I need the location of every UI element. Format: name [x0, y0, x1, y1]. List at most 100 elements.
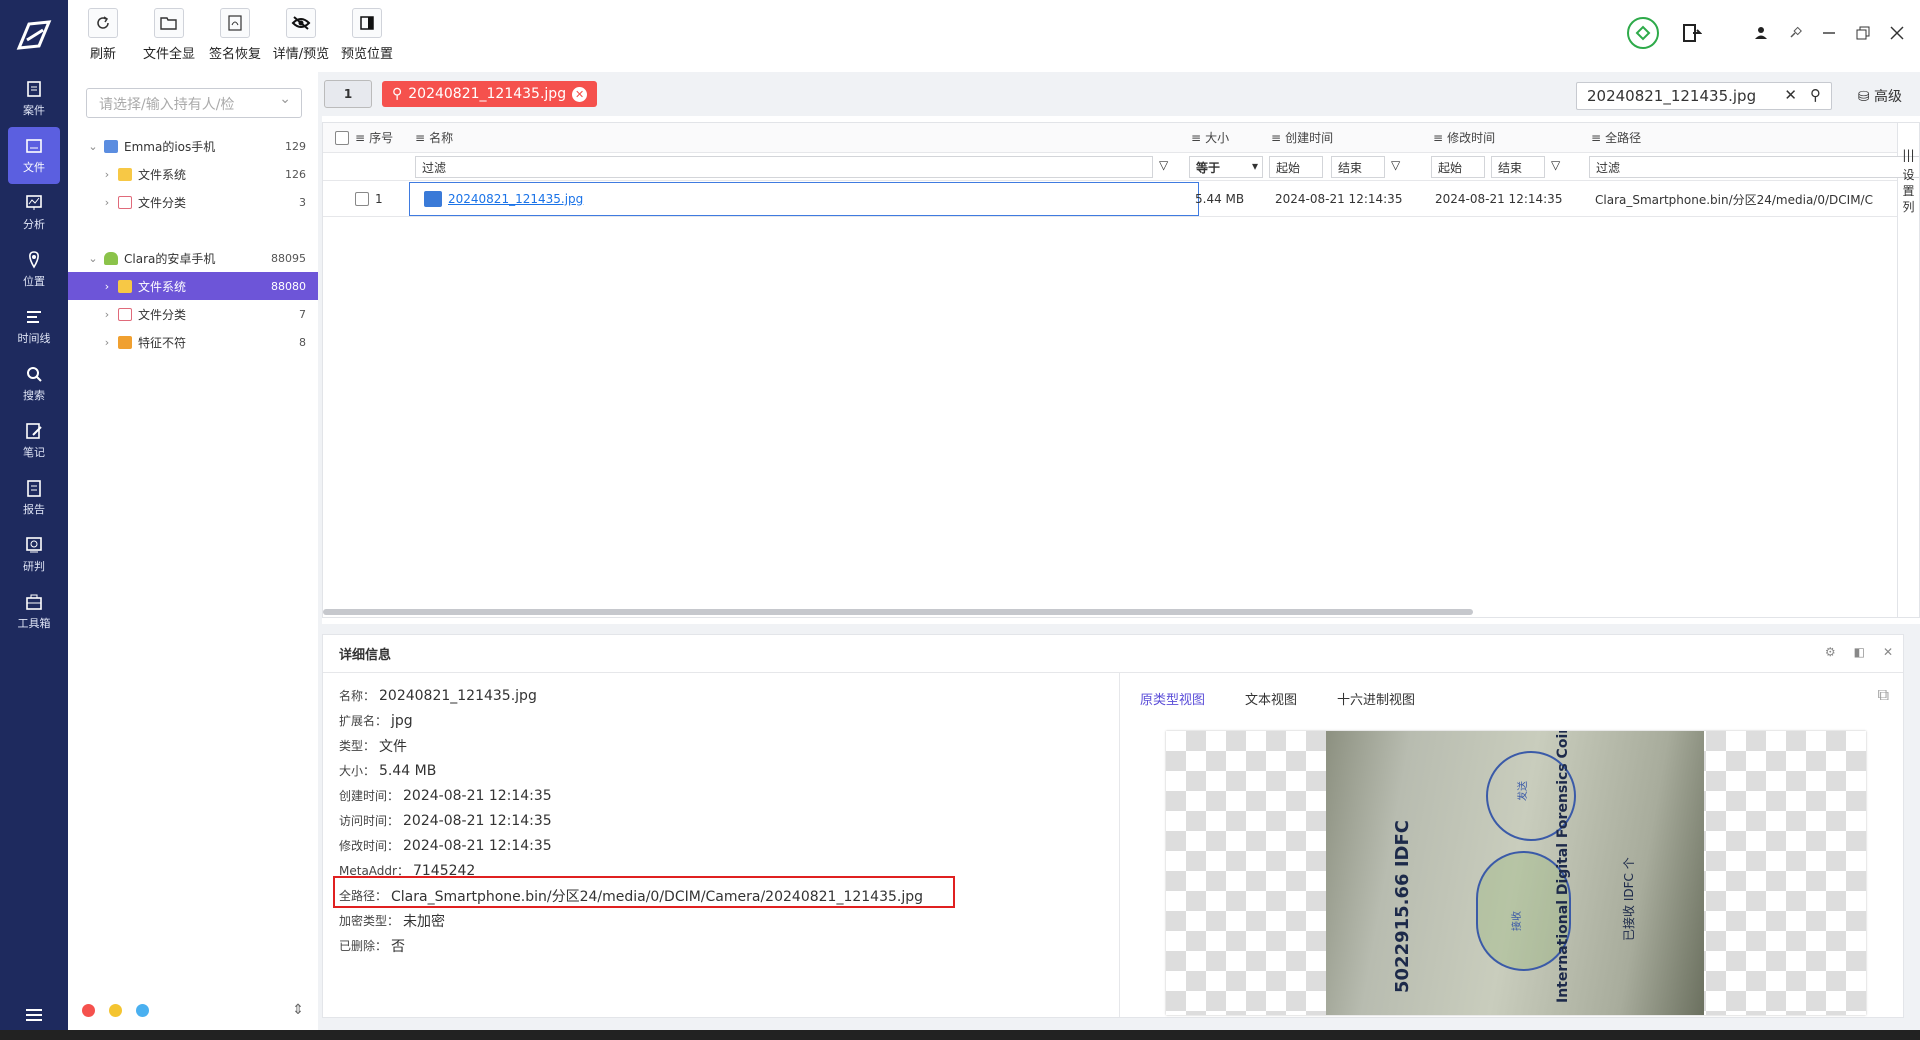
- nav-search[interactable]: 搜索: [0, 355, 68, 412]
- folder-open-icon: [154, 8, 184, 38]
- location-icon: [29, 251, 39, 269]
- chevron-right-icon[interactable]: ›: [100, 168, 114, 181]
- tree-emma-category[interactable]: › 文件分类 3: [68, 188, 318, 216]
- restore-icon[interactable]: [1856, 26, 1870, 40]
- row-checkbox[interactable]: [355, 192, 369, 206]
- preview-photo: 5022915.66 IDFC International Digital Fo…: [1326, 731, 1704, 1015]
- column-menu-icon[interactable]: ≡: [1271, 131, 1281, 145]
- highlight-box: [333, 876, 955, 908]
- column-menu-icon[interactable]: ≡: [355, 131, 365, 145]
- clear-icon[interactable]: ✕: [1784, 86, 1797, 104]
- tree-clara-filesystem[interactable]: › 文件系统 88080: [68, 272, 318, 300]
- tree-footer: ⇕: [82, 1002, 304, 1018]
- table-row[interactable]: 1 20240821_121435.jpg 5.44 MB 2024-08-21…: [323, 181, 1897, 217]
- tree-device-clara[interactable]: ⌄ Clara的安卓手机 88095: [68, 244, 318, 272]
- file-list-panel: 1 ⚲ 20240821_121435.jpg ✕ 20240821_12143…: [322, 72, 1920, 624]
- nav-timeline[interactable]: 时间线: [0, 298, 68, 355]
- filter-chip[interactable]: ⚲ 20240821_121435.jpg ✕: [382, 81, 598, 107]
- column-menu-icon[interactable]: ≡: [1191, 131, 1201, 145]
- chevron-right-icon[interactable]: ›: [100, 336, 114, 349]
- tab-text-view[interactable]: 文本视图: [1245, 689, 1297, 708]
- tree-clara-mismatch[interactable]: › 特征不符 8: [68, 328, 318, 356]
- refresh-button[interactable]: 刷新: [72, 8, 134, 62]
- yellow-dot-icon[interactable]: [109, 1003, 122, 1017]
- name-filter-input[interactable]: 过滤: [415, 156, 1153, 178]
- tab-original-view[interactable]: 原类型视图: [1140, 689, 1205, 708]
- modified-start-input[interactable]: 起始: [1431, 156, 1485, 178]
- shield-status-icon[interactable]: [1626, 16, 1660, 50]
- export-icon[interactable]: [1680, 22, 1702, 44]
- filter-icon[interactable]: ▽: [1159, 158, 1168, 172]
- chip-close-icon[interactable]: ✕: [572, 86, 588, 102]
- panel-toggle-icon[interactable]: ◧: [1854, 645, 1865, 659]
- expand-all-button[interactable]: 文件全显: [138, 8, 200, 62]
- nav-location[interactable]: 位置: [0, 241, 68, 298]
- window-controls: [1626, 16, 1904, 50]
- chevron-down-icon[interactable]: ⌄: [86, 252, 100, 265]
- nav-judge[interactable]: 研判: [0, 526, 68, 583]
- app-logo: [0, 0, 68, 70]
- pin-icon[interactable]: [1788, 26, 1802, 40]
- view-tabs: 原类型视图 文本视图 十六进制视图: [1120, 673, 1903, 708]
- search-input[interactable]: 20240821_121435.jpg ✕ ⚲: [1576, 82, 1832, 110]
- select-all-checkbox[interactable]: [335, 130, 349, 145]
- filter-icon[interactable]: ▽: [1551, 158, 1560, 172]
- folder-icon: [118, 167, 132, 181]
- chevron-down-icon[interactable]: ⌄: [86, 140, 100, 153]
- chevron-right-icon[interactable]: ›: [100, 196, 114, 209]
- column-settings-button[interactable]: ||| 设置列: [1898, 122, 1920, 618]
- blue-dot-icon[interactable]: [136, 1003, 149, 1017]
- table-header: ≡ 序号 ≡ 名称 ≡ 大小 ≡ 创建时间 ≡ 修改时间 ≡ 全路径: [323, 123, 1897, 153]
- horizontal-scrollbar[interactable]: [323, 609, 1473, 615]
- holder-select[interactable]: 请选择/输入持有人/检: [86, 88, 302, 118]
- prop-size: 大小： 5.44 MB: [339, 762, 437, 779]
- filter-icon[interactable]: ▽: [1391, 158, 1400, 172]
- detail-actions: ⚙ ◧ ✕: [1825, 645, 1893, 659]
- nav-case[interactable]: 案件: [0, 70, 68, 127]
- column-menu-icon[interactable]: ≡: [1591, 131, 1601, 145]
- nav-toolbox[interactable]: 工具箱: [0, 583, 68, 640]
- detail-preview-button[interactable]: 详情/预览: [270, 8, 332, 62]
- column-menu-icon[interactable]: ≡: [1433, 131, 1443, 145]
- created-end-input[interactable]: 结束: [1331, 156, 1385, 178]
- tree-clara-category[interactable]: › 文件分类 7: [68, 300, 318, 328]
- column-menu-icon[interactable]: ≡: [415, 131, 425, 145]
- red-dot-icon[interactable]: [82, 1003, 95, 1017]
- signature-icon: [220, 8, 250, 38]
- modified-end-input[interactable]: 结束: [1491, 156, 1545, 178]
- collapse-icon[interactable]: ⇕: [292, 1002, 304, 1018]
- device-tree-panel: 请选择/输入持有人/检 ⌄ Emma的ios手机 129 › 文件系统 126 …: [68, 72, 318, 1030]
- search-icon: ⚲: [392, 86, 403, 102]
- close-icon[interactable]: ✕: [1883, 645, 1893, 659]
- advanced-search-button[interactable]: ⛁ 高级: [1858, 86, 1902, 106]
- page-button[interactable]: 1: [324, 80, 372, 108]
- note-icon: [26, 423, 42, 439]
- folder-icon: [118, 279, 132, 293]
- nav-note[interactable]: 笔记: [0, 412, 68, 469]
- size-operator-select[interactable]: 等于 ▾: [1189, 156, 1263, 178]
- minimize-icon[interactable]: [1822, 26, 1836, 40]
- chevron-right-icon[interactable]: ›: [100, 308, 114, 321]
- eye-off-icon: [286, 8, 316, 38]
- close-icon[interactable]: [1890, 26, 1904, 40]
- judge-icon: [26, 537, 42, 553]
- file-name-cell[interactable]: 20240821_121435.jpg: [409, 182, 1199, 216]
- nav-report[interactable]: 报告: [0, 469, 68, 526]
- search-icon[interactable]: ⚲: [1810, 86, 1821, 104]
- hamburger-menu-icon[interactable]: [0, 1007, 68, 1026]
- signature-recover-button[interactable]: 签名恢复: [204, 8, 266, 62]
- nav-analysis[interactable]: 分析: [0, 184, 68, 241]
- path-filter-input[interactable]: 过滤: [1589, 156, 1920, 178]
- detail-title: 详细信息: [323, 635, 1903, 673]
- tab-hex-view[interactable]: 十六进制视图: [1337, 689, 1415, 708]
- nav-file[interactable]: 文件: [8, 127, 60, 184]
- settings-icon[interactable]: ⚙: [1825, 645, 1836, 659]
- chevron-right-icon[interactable]: ›: [100, 280, 114, 293]
- tree-emma-filesystem[interactable]: › 文件系统 126: [68, 160, 318, 188]
- tree-device-emma[interactable]: ⌄ Emma的ios手机 129: [68, 132, 318, 160]
- created-start-input[interactable]: 起始: [1269, 156, 1323, 178]
- detail-panel: 详细信息 ⚙ ◧ ✕ 名称： 20240821_121435.jpg 扩展名： jp…: [322, 634, 1904, 1018]
- user-icon[interactable]: [1754, 26, 1768, 40]
- preview-position-button[interactable]: 预览位置: [336, 8, 398, 62]
- external-open-icon[interactable]: ⧉: [1878, 685, 1889, 705]
